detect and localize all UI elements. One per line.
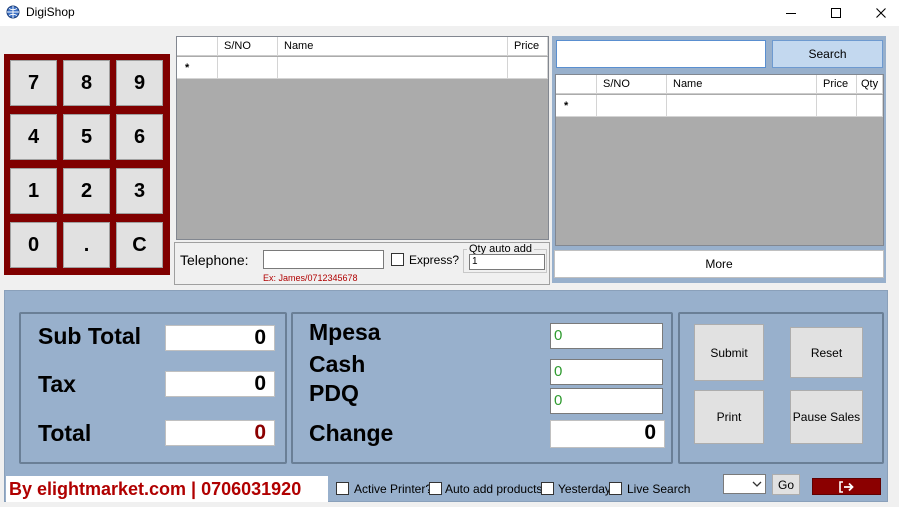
key-7[interactable]: 7 (10, 60, 57, 106)
table-row[interactable]: * (177, 57, 548, 79)
cart-grid[interactable]: S/NO Name Price * (176, 36, 549, 240)
mpesa-label: Mpesa (309, 319, 381, 345)
cell-price[interactable] (817, 95, 857, 117)
close-button[interactable] (858, 0, 899, 26)
key-3[interactable]: 3 (116, 168, 163, 214)
key-5[interactable]: 5 (63, 114, 110, 160)
column-header-name[interactable]: Name (667, 75, 817, 94)
maximize-icon (831, 8, 841, 18)
table-row[interactable]: * (556, 95, 883, 117)
express-checkbox[interactable] (391, 253, 404, 266)
cart-grid-header: S/NO Name Price (177, 37, 548, 56)
total-label: Total (38, 420, 92, 446)
key-1[interactable]: 1 (10, 168, 57, 214)
change-value: 0 (550, 420, 665, 448)
active-printer-label: Active Printer? (354, 482, 433, 496)
minimize-button[interactable] (768, 0, 814, 26)
product-grid-header: S/NO Name Price Qty (556, 75, 883, 94)
row-header-corner (177, 37, 218, 56)
auto-add-products-checkbox[interactable] (429, 482, 442, 495)
key-8[interactable]: 8 (63, 60, 110, 106)
cell-sno[interactable] (597, 95, 667, 117)
pdq-input[interactable]: 0 (550, 388, 663, 414)
title-bar: DigiShop (0, 0, 899, 26)
key-clear[interactable]: C (116, 222, 163, 268)
column-header-sno[interactable]: S/NO (218, 37, 278, 56)
cash-label: Cash (309, 351, 366, 377)
search-input[interactable] (556, 40, 766, 68)
row-header-corner (556, 75, 597, 94)
key-2[interactable]: 2 (63, 168, 110, 214)
new-row-marker: * (177, 57, 218, 79)
search-button[interactable]: Search (772, 40, 883, 68)
pdq-label: PDQ (309, 380, 359, 406)
telephone-label: Telephone: (180, 252, 249, 268)
express-label: Express? (409, 253, 460, 267)
print-button[interactable]: Print (694, 390, 764, 444)
key-6[interactable]: 6 (116, 114, 163, 160)
column-header-price[interactable]: Price (508, 37, 548, 56)
globe-icon (6, 5, 20, 19)
telephone-hint: Ex: James/0712345678 (263, 273, 358, 283)
key-0[interactable]: 0 (10, 222, 57, 268)
new-row-marker: * (556, 95, 597, 117)
column-header-price[interactable]: Price (817, 75, 857, 94)
change-label: Change (309, 420, 394, 446)
submit-button[interactable]: Submit (694, 324, 764, 381)
yesterday-label: Yesterday (558, 482, 611, 496)
live-search-label: Live Search (627, 482, 691, 496)
column-header-qty[interactable]: Qty (857, 75, 883, 94)
active-printer-checkbox[interactable] (336, 482, 349, 495)
cash-input[interactable]: 0 (550, 359, 663, 385)
yesterday-checkbox[interactable] (541, 482, 554, 495)
subtotal-label: Sub Total (38, 323, 142, 349)
go-button[interactable]: Go (772, 474, 800, 495)
more-button[interactable]: More (554, 250, 884, 278)
mpesa-input[interactable]: 0 (550, 323, 663, 349)
keypad: 7 8 9 4 5 6 1 2 3 0 . C (4, 54, 170, 275)
key-4[interactable]: 4 (10, 114, 57, 160)
live-search-checkbox[interactable] (609, 482, 622, 495)
exit-button[interactable] (812, 478, 881, 495)
key-dot[interactable]: . (63, 222, 110, 268)
close-icon (876, 8, 886, 18)
cell-name[interactable] (278, 57, 508, 79)
subtotal-value: 0 (165, 325, 275, 351)
cell-price[interactable] (508, 57, 548, 79)
cell-name[interactable] (667, 95, 817, 117)
column-header-name[interactable]: Name (278, 37, 508, 56)
window-title: DigiShop (26, 5, 75, 19)
date-dropdown[interactable] (723, 474, 766, 494)
cell-sno[interactable] (218, 57, 278, 79)
column-header-sno[interactable]: S/NO (597, 75, 667, 94)
maximize-button[interactable] (813, 0, 859, 26)
auto-add-products-label: Auto add products? (445, 482, 550, 496)
qty-auto-add-input[interactable]: 1 (469, 254, 545, 270)
total-value: 0 (165, 420, 275, 446)
product-grid[interactable]: S/NO Name Price Qty * (555, 74, 884, 246)
brand-label: By elightmarket.com | 0706031920 (6, 476, 328, 502)
minimize-icon (786, 13, 796, 14)
telephone-input[interactable] (263, 250, 384, 269)
chevron-down-icon (752, 481, 762, 487)
exit-icon (838, 480, 854, 493)
tax-label: Tax (38, 371, 76, 397)
reset-button[interactable]: Reset (790, 327, 863, 378)
tax-value: 0 (165, 371, 275, 397)
cell-qty[interactable] (857, 95, 883, 117)
key-9[interactable]: 9 (116, 60, 163, 106)
pause-sales-button[interactable]: Pause Sales (790, 390, 863, 444)
